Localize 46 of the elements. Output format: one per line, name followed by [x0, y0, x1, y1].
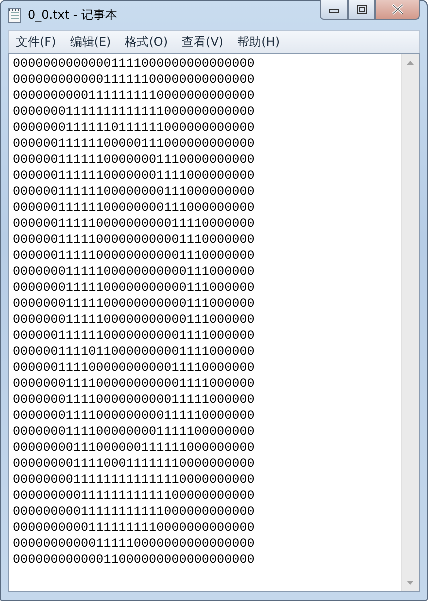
minimize-button[interactable] [320, 0, 348, 20]
text-line: 00000001111000000000111110000000 [13, 408, 256, 424]
window-title: 0_0.txt - 记事本 [28, 7, 118, 24]
text-line: 00000001111000000000001111000000 [13, 376, 256, 392]
text-line: 00000011110110000000001111000000 [13, 344, 256, 360]
scrollbar[interactable] [401, 54, 419, 591]
text-line: 00000011111000000000001110000000 [13, 248, 256, 264]
text-line: 00000000011111111111000000000000 [13, 504, 256, 520]
text-line: 00000011111100000001111000000000 [13, 168, 256, 184]
close-button[interactable] [375, 0, 420, 20]
text-line: 00000000001111111110000000000000 [13, 520, 256, 536]
text-line: 00000000000011000000000000000000 [13, 552, 256, 568]
menu-item[interactable]: 帮助(H) [230, 34, 287, 50]
menu-item[interactable]: 格式(O) [118, 34, 176, 50]
maximize-icon [356, 5, 366, 14]
text-line: 00000000000001111000000000000000 [13, 56, 256, 72]
text-line: 00000011111100000000111000000000 [13, 184, 256, 200]
text-line: 00000011111100000001110000000000 [13, 152, 256, 168]
text-line: 00000001111100000000000111000000 [13, 312, 256, 328]
text-line: 00000000111111111111110000000000 [13, 472, 256, 488]
close-icon [392, 4, 404, 15]
text-line: 00000001111000000001111100000000 [13, 424, 256, 440]
text-line: 00000011111000000000001110000000 [13, 232, 256, 248]
menu-item[interactable]: 编辑(E) [63, 34, 118, 50]
text-line: 00000011110000000000011110000000 [13, 360, 256, 376]
text-line: 00000001111110111111000000000000 [13, 120, 256, 136]
text-line: 00000011111000000000011110000000 [13, 216, 256, 232]
text-line: 00000000111000000111111000000000 [13, 440, 256, 456]
text-line: 00000001111100000000000111000000 [13, 296, 256, 312]
notepad-icon [8, 8, 22, 24]
text-line: 00000001111000000000011111000000 [13, 392, 256, 408]
text-line: 00000011111100000000001111000000 [13, 328, 256, 344]
text-line: 00000000000111110000000000000000 [13, 536, 256, 552]
text-line: 00000011111100000111000000000000 [13, 136, 256, 152]
menu-item[interactable]: 文件(F) [9, 34, 64, 50]
text-line: 00000000111100011111110000000000 [13, 456, 256, 472]
text-line: 00000011111100000000111000000000 [13, 200, 256, 216]
text-line: 00000001111100000000000111000000 [13, 280, 256, 296]
text-line: 00000001111100000000000111000000 [13, 264, 256, 280]
text-line: 00000000000011111100000000000000 [13, 72, 256, 88]
menu-item[interactable]: 查看(V) [175, 34, 231, 50]
text-line: 00000001111111111111000000000000 [13, 104, 256, 120]
text-line: 00000000011111111111100000000000 [13, 488, 256, 504]
maximize-button[interactable] [348, 0, 375, 20]
text-line: 00000000001111111110000000000000 [13, 88, 256, 104]
minimize-icon [329, 6, 339, 12]
